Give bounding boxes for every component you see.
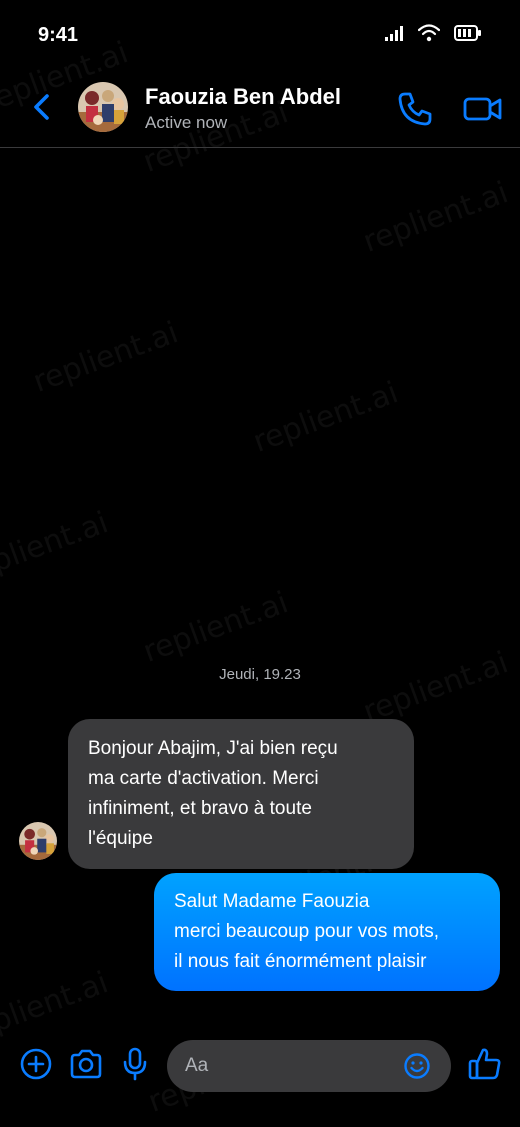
thumbs-up-icon [467,1046,503,1087]
emoji-icon [403,1053,431,1084]
watermark: replient.ai [358,175,513,260]
video-call-button[interactable] [462,90,504,128]
status-icons [384,24,482,47]
voice-message-button[interactable] [117,1047,153,1086]
phone-icon [396,92,434,132]
battery-icon [454,24,482,47]
plus-circle-icon [19,1047,53,1086]
sender-avatar[interactable] [19,822,57,860]
microphone-icon [120,1047,150,1086]
message-line: il nous fait énormément plaisir [174,951,427,972]
date-separator: Jeudi, 19.23 [219,666,301,683]
status-bar: 9:41 [0,0,520,70]
message-input-box[interactable] [167,1040,451,1092]
video-camera-icon [462,97,504,132]
chevron-left-icon [32,93,50,126]
watermark: replient.ai [0,965,113,1050]
watermark: replient.ai [28,315,183,400]
message-line: l'équipe [88,828,153,849]
signal-icon [384,25,404,46]
watermark: replient.ai [0,505,113,590]
back-button[interactable] [26,92,56,126]
watermark: replient.ai [138,585,293,670]
message-line: infiniment, et bravo à toute [88,798,312,819]
chat-header: Faouzia Ben Abdel Active now [0,70,520,148]
emoji-button[interactable] [403,1052,431,1080]
message-input[interactable] [185,1040,395,1092]
add-button[interactable] [18,1048,54,1084]
message-composer [0,1040,520,1096]
contact-status: Active now [145,113,228,132]
camera-icon [68,1048,104,1085]
watermark: replient.ai [358,645,513,730]
message-line: Bonjour Abajim, J'ai bien reçu [88,738,338,759]
camera-button[interactable] [68,1048,104,1084]
contact-name[interactable]: Faouzia Ben Abdel [145,84,341,110]
message-line: Salut Madame Faouzia [174,891,370,912]
wifi-icon [417,24,441,47]
watermark: replient.ai [248,375,403,460]
status-time: 9:41 [38,24,79,46]
message-line: ma carte d'activation. Merci [88,768,319,789]
outgoing-message-bubble[interactable]: Salut Madame Faouzia merci beaucoup pour… [154,873,500,991]
message-line: merci beaucoup pour vos mots, [174,921,440,942]
thumbs-up-button[interactable] [465,1046,505,1086]
contact-avatar[interactable] [78,82,128,132]
audio-call-button[interactable] [396,90,434,128]
incoming-message-bubble[interactable]: Bonjour Abajim, J'ai bien reçu ma carte … [68,719,414,869]
